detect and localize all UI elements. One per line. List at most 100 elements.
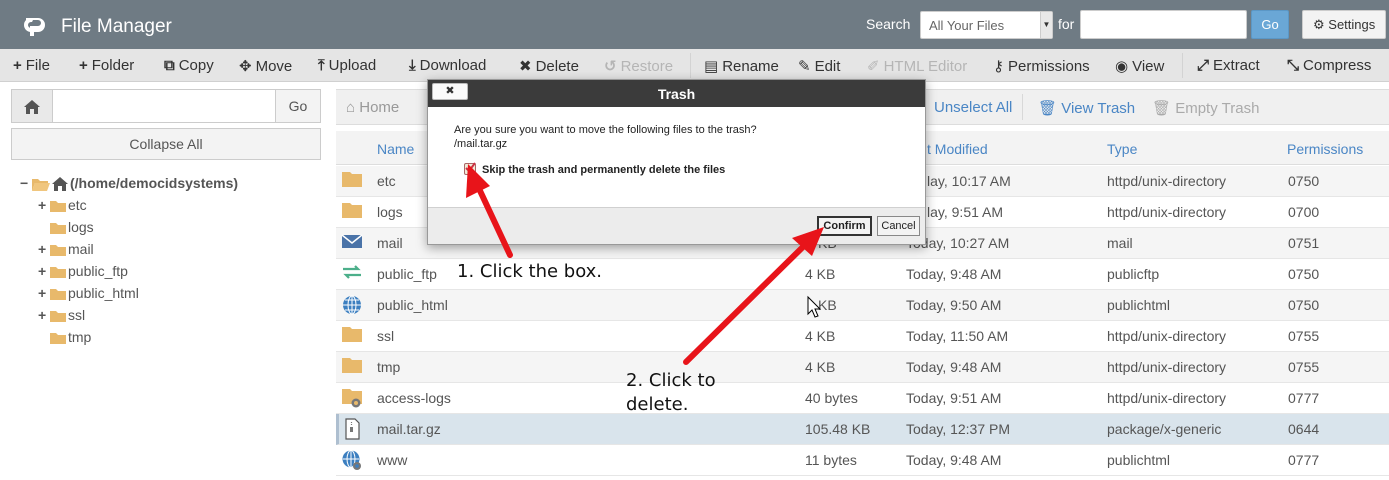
restore-button[interactable]: ↺ Restore bbox=[604, 57, 673, 75]
html-editor-label: HTML Editor bbox=[883, 58, 968, 75]
table-row[interactable]: www 11 bytes Today, 9:48 AM publichtml 0777 bbox=[336, 445, 1389, 476]
nav-home-label: Home bbox=[359, 99, 400, 116]
empty-trash-button[interactable]: 🗑 Empty Trash bbox=[1152, 99, 1259, 117]
dialog-message: Are you sure you want to move the follow… bbox=[454, 124, 757, 136]
folder-icon bbox=[50, 333, 66, 345]
cell-type: httpd/unix-directory bbox=[1107, 390, 1227, 406]
column-header-name[interactable]: Name bbox=[377, 141, 414, 157]
expand-icon[interactable]: + bbox=[38, 305, 50, 325]
cell-type: httpd/unix-directory bbox=[1107, 173, 1227, 189]
download-button[interactable]: ⤓ Download bbox=[409, 57, 486, 74]
cell-type: mail bbox=[1107, 235, 1133, 251]
extract-label: Extract bbox=[1213, 57, 1260, 74]
trash-icon: 🗑 bbox=[1152, 100, 1176, 117]
cell-permissions: 0750 bbox=[1288, 173, 1320, 189]
tree-root[interactable]: − (/home/democidsystems) bbox=[20, 173, 238, 193]
compress-button[interactable]: ⤡ Compress bbox=[1287, 57, 1371, 74]
table-row[interactable]: public_html KB Today, 9:50 AM publichtml 075… bbox=[336, 290, 1389, 321]
column-header-type[interactable]: Type bbox=[1107, 141, 1137, 157]
view-trash-button[interactable]: 🗑 View Trash bbox=[1038, 99, 1135, 117]
tree-item-public-html[interactable]: + public_html bbox=[38, 283, 139, 303]
close-icon: ✖ bbox=[519, 58, 532, 75]
search-go-button[interactable]: Go bbox=[1251, 10, 1289, 39]
compress-icon: ⤡ bbox=[1287, 57, 1300, 74]
view-button[interactable]: ◉ View bbox=[1115, 57, 1164, 75]
tree-item-etc[interactable]: + etc bbox=[38, 195, 87, 215]
plus-icon: + bbox=[79, 57, 88, 74]
key-icon: ⚷ bbox=[993, 58, 1004, 75]
collapse-all-button[interactable]: Collapse All bbox=[11, 128, 321, 160]
search-input[interactable] bbox=[1080, 10, 1247, 39]
home-button[interactable] bbox=[12, 90, 53, 122]
cell-modified: Today, 9:48 AM bbox=[906, 359, 1002, 375]
expand-icon[interactable]: + bbox=[38, 195, 50, 215]
cell-size: KB bbox=[818, 297, 837, 313]
expand-icon[interactable]: + bbox=[38, 261, 50, 281]
cell-permissions: 0750 bbox=[1288, 297, 1320, 313]
column-header-modified[interactable]: t Modified bbox=[927, 141, 988, 157]
pencil-icon: ✎ bbox=[798, 58, 811, 75]
toolbar-divider bbox=[1182, 53, 1183, 78]
cell-name: mail.tar.gz bbox=[377, 421, 441, 437]
app-header: File Manager Search All Your Files ▼ for… bbox=[0, 0, 1389, 49]
table-row[interactable]: mail.tar.gz 105.48 KB Today, 12:37 PM packa… bbox=[336, 414, 1389, 445]
unselect-all-label: Unselect All bbox=[934, 99, 1013, 116]
column-header-permissions[interactable]: Permissions bbox=[1287, 141, 1363, 157]
cell-name: mail bbox=[377, 235, 403, 251]
cell-type: httpd/unix-directory bbox=[1107, 204, 1227, 220]
nav-divider bbox=[1022, 94, 1023, 120]
folder-link-icon bbox=[341, 387, 363, 409]
extract-button[interactable]: ⤢ Extract bbox=[1197, 57, 1260, 74]
cell-type: httpd/unix-directory bbox=[1107, 359, 1227, 375]
skip-trash-checkbox[interactable] bbox=[464, 162, 476, 175]
cell-size: 4 KB bbox=[805, 359, 836, 375]
edit-label: Edit bbox=[814, 58, 841, 75]
path-go-button[interactable]: Go bbox=[275, 90, 320, 122]
table-row[interactable]: access-logs 40 bytes Today, 9:51 AM httpd/u… bbox=[336, 383, 1389, 414]
search-scope-select[interactable]: All Your Files ▼ bbox=[920, 11, 1053, 39]
trash-icon: 🗑 bbox=[1038, 100, 1062, 117]
settings-button[interactable]: ⚙ Settings bbox=[1302, 10, 1386, 39]
expand-icon[interactable]: + bbox=[38, 239, 50, 259]
tree-item-mail[interactable]: + mail bbox=[38, 239, 94, 259]
toolbar-divider bbox=[690, 53, 691, 78]
download-icon: ⤓ bbox=[409, 57, 416, 74]
cell-name: tmp bbox=[377, 359, 401, 375]
cell-permissions: 0750 bbox=[1288, 266, 1320, 282]
permissions-button[interactable]: ⚷ Permissions bbox=[993, 57, 1090, 75]
nav-home-button[interactable]: ⌂ Home bbox=[346, 99, 399, 116]
cancel-button[interactable]: Cancel bbox=[877, 216, 920, 236]
tree-item-public-ftp[interactable]: + public_ftp bbox=[38, 261, 128, 281]
rename-button[interactable]: ▤ Rename bbox=[704, 57, 779, 75]
tree-item-logs[interactable]: logs bbox=[38, 217, 94, 237]
folder-icon bbox=[50, 289, 66, 301]
copy-icon: ⧉ bbox=[164, 57, 175, 74]
tree-item-ssl[interactable]: + ssl bbox=[38, 305, 85, 325]
dialog-title: Trash bbox=[657, 86, 696, 102]
cpanel-logo-icon bbox=[24, 18, 45, 36]
new-file-button[interactable]: + File bbox=[13, 57, 50, 74]
upload-button[interactable]: ⤒ Upload bbox=[318, 57, 376, 74]
table-row[interactable]: tmp 4 KB Today, 9:48 AM httpd/unix-director… bbox=[336, 352, 1389, 383]
new-folder-button[interactable]: + Folder bbox=[79, 57, 134, 74]
cell-type: httpd/unix-directory bbox=[1107, 328, 1227, 344]
for-label: for bbox=[1058, 16, 1075, 32]
edit-button[interactable]: ✎ Edit bbox=[798, 57, 840, 75]
cell-size: 105.48 KB bbox=[805, 421, 871, 437]
move-button[interactable]: ✥ Move bbox=[239, 57, 292, 75]
skip-trash-label[interactable]: Skip the trash and permanently delete th… bbox=[482, 164, 725, 176]
collapse-icon[interactable]: − bbox=[20, 173, 32, 193]
delete-button[interactable]: ✖ Delete bbox=[519, 57, 579, 75]
confirm-button[interactable]: Confirm bbox=[817, 216, 872, 236]
undo-icon: ↺ bbox=[604, 58, 617, 75]
unselect-all-button[interactable]: Unselect All bbox=[934, 99, 1012, 116]
expand-icon: ⤢ bbox=[1197, 57, 1210, 74]
cell-size: 40 bytes bbox=[805, 390, 858, 406]
copy-button[interactable]: ⧉ Copy bbox=[164, 57, 214, 74]
file-icon: ▤ bbox=[704, 58, 719, 75]
table-row[interactable]: ssl 4 KB Today, 11:50 AM httpd/unix-directo… bbox=[336, 321, 1389, 352]
html-editor-button[interactable]: ✐ HTML Editor bbox=[867, 57, 967, 75]
tree-item-tmp[interactable]: tmp bbox=[38, 327, 91, 347]
path-input[interactable] bbox=[54, 90, 274, 122]
expand-icon[interactable]: + bbox=[38, 283, 50, 303]
